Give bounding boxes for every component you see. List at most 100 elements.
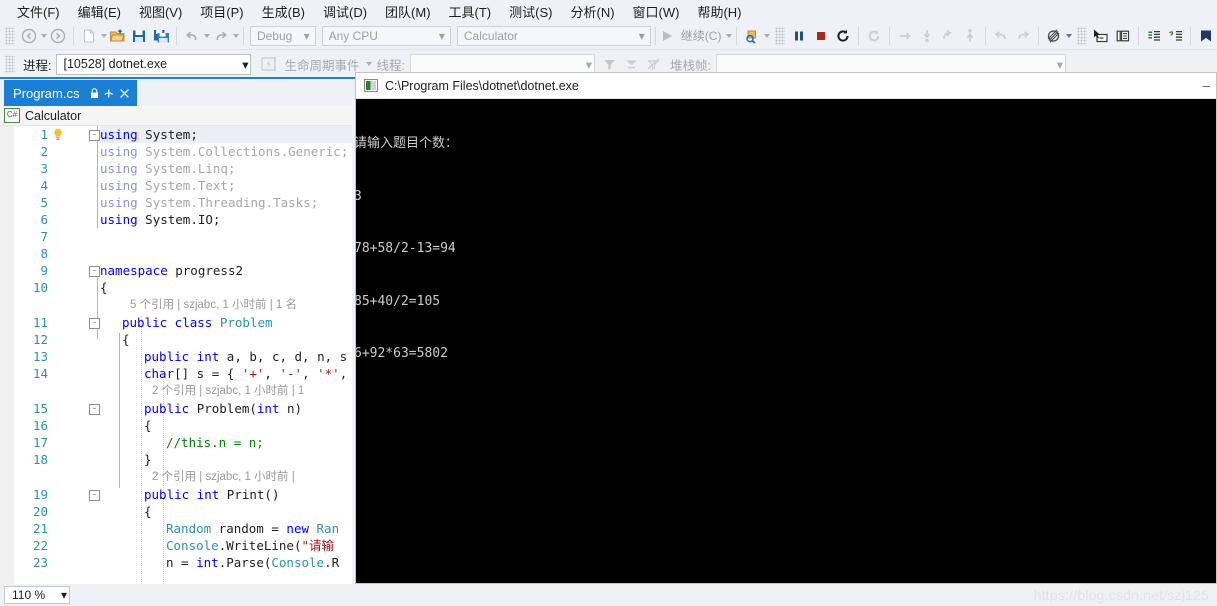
bookmark-icon[interactable]: [1195, 25, 1217, 47]
undo-icon[interactable]: [181, 25, 203, 47]
menu-item-analyze[interactable]: 分析(N): [561, 0, 623, 23]
menu-item-edit[interactable]: 编辑(E): [69, 0, 130, 23]
step-into-icon[interactable]: [916, 25, 938, 47]
code-line[interactable]: 6using System.IO;: [0, 211, 352, 228]
step-back-icon[interactable]: [990, 25, 1012, 47]
menu-item-build[interactable]: 生成(B): [253, 0, 314, 23]
lifecycle-events-icon[interactable]: [257, 53, 279, 75]
save-all-icon[interactable]: [150, 25, 172, 47]
code-line[interactable]: 19-public int Print(): [0, 486, 352, 503]
menu-item-test[interactable]: 测试(S): [500, 0, 561, 23]
chevron-down-icon[interactable]: ▾: [61, 588, 67, 602]
code-line[interactable]: 2using System.Collections.Generic;: [0, 143, 352, 160]
toolbar-grip[interactable]: [1077, 27, 1087, 45]
breakpoints-dropdown-icon[interactable]: [1066, 34, 1072, 38]
code-line[interactable]: 20{: [0, 503, 352, 520]
uncomment-selection-icon[interactable]: [1164, 25, 1186, 47]
continue-dropdown-icon[interactable]: [726, 34, 732, 38]
step-up-icon[interactable]: [959, 25, 981, 47]
step-forward-icon[interactable]: [1012, 25, 1034, 47]
code-line[interactable]: 5using System.Threading.Tasks;: [0, 194, 352, 211]
chevron-down-icon[interactable]: ▾: [1057, 57, 1063, 72]
code-line[interactable]: 21Random random = new Ran: [0, 520, 352, 537]
code-line[interactable]: 18}: [0, 451, 352, 468]
chevron-down-icon[interactable]: ▾: [301, 29, 313, 43]
toolbar-grip[interactable]: [775, 27, 785, 45]
code-line[interactable]: 3using System.Linq;: [0, 160, 352, 177]
step-over-icon[interactable]: [894, 25, 916, 47]
menu-item-window[interactable]: 窗口(W): [624, 0, 689, 23]
code-line[interactable]: 4using System.Text;: [0, 177, 352, 194]
close-icon[interactable]: [117, 86, 131, 100]
break-all-pause-icon[interactable]: [788, 25, 810, 47]
open-file-icon[interactable]: [107, 25, 129, 47]
menu-item-debug[interactable]: 调试(D): [314, 0, 376, 23]
code-line[interactable]: 14char[] s = { '+', '-', '*',: [0, 365, 352, 382]
chevron-down-icon[interactable]: ▾: [586, 57, 592, 72]
minimize-icon[interactable]: –: [1203, 78, 1210, 93]
code-line[interactable]: 17//this.n = n;: [0, 434, 352, 451]
code-line[interactable]: 8: [0, 245, 352, 262]
navigate-forward-icon[interactable]: [47, 25, 69, 47]
lifecycle-events-label[interactable]: 生命周期事件: [279, 55, 364, 74]
console-window[interactable]: C:\Program Files\dotnet\dotnet.exe – 请输入…: [355, 72, 1217, 584]
code-line[interactable]: 11-public class Problem: [0, 314, 352, 331]
fold-toggle-icon[interactable]: -: [89, 404, 100, 415]
chevron-down-icon[interactable]: ▾: [242, 57, 248, 72]
toolbar-grip[interactable]: [5, 55, 15, 73]
select-element-icon[interactable]: [1090, 25, 1112, 47]
attach-dropdown-icon[interactable]: [764, 34, 770, 38]
fold-toggle-icon[interactable]: -: [89, 490, 100, 501]
fold-toggle-icon[interactable]: -: [89, 130, 100, 141]
codelens-annotation[interactable]: 2 个引用 | szjabc, 1 小时前 |: [0, 468, 352, 486]
redo-icon[interactable]: [210, 25, 232, 47]
attach-to-process-icon[interactable]: [741, 25, 763, 47]
chevron-down-icon[interactable]: ▾: [636, 29, 648, 43]
menu-item-team[interactable]: 团队(M): [376, 0, 440, 23]
code-editor[interactable]: 1-using System;2using System.Collections…: [0, 126, 352, 584]
code-line[interactable]: 9-namespace progress2: [0, 262, 352, 279]
codelens-annotation[interactable]: 2 个引用 | szjabc, 1 小时前 | 1: [0, 382, 352, 400]
solution-platform-combo[interactable]: Any CPU ▾: [322, 26, 451, 46]
code-line[interactable]: 10{: [0, 279, 352, 296]
live-visual-tree-icon[interactable]: [1112, 25, 1134, 47]
continue-button-label[interactable]: 继续(C): [677, 27, 726, 44]
startup-project-combo[interactable]: Calculator ▾: [457, 26, 651, 46]
menu-item-view[interactable]: 视图(V): [130, 0, 191, 23]
code-line[interactable]: 23n = int.Parse(Console.R: [0, 554, 352, 571]
show-next-statement-icon[interactable]: [863, 25, 885, 47]
console-title-bar[interactable]: C:\Program Files\dotnet\dotnet.exe –: [356, 73, 1216, 99]
restart-debugging-icon[interactable]: [832, 25, 854, 47]
pin-icon[interactable]: [102, 86, 116, 100]
code-line[interactable]: 12{: [0, 331, 352, 348]
codelens-annotation[interactable]: 5 个引用 | szjabc, 1 小时前 | 1 名: [0, 296, 352, 314]
continue-play-icon[interactable]: [663, 31, 672, 41]
code-line[interactable]: 22Console.WriteLine("请输: [0, 537, 352, 554]
menu-item-project[interactable]: 项目(P): [191, 0, 252, 23]
menu-item-file[interactable]: 文件(F): [8, 0, 69, 23]
new-item-icon[interactable]: [78, 25, 100, 47]
code-line[interactable]: 16{: [0, 417, 352, 434]
toggle-breakpoints-icon[interactable]: [1043, 25, 1065, 47]
save-icon[interactable]: [128, 25, 150, 47]
redo-dropdown-icon[interactable]: [233, 34, 239, 38]
solution-configuration-combo[interactable]: Debug ▾: [250, 26, 316, 46]
code-line[interactable]: 7: [0, 228, 352, 245]
document-tab-program-cs[interactable]: Program.cs: [4, 80, 137, 106]
stop-debugging-icon[interactable]: [810, 25, 832, 47]
menu-item-tools[interactable]: 工具(T): [440, 0, 501, 23]
step-out-icon[interactable]: [938, 25, 960, 47]
navigate-back-icon[interactable]: [18, 25, 40, 47]
chevron-down-icon[interactable]: ▾: [436, 29, 448, 43]
code-line[interactable]: 15-public Problem(int n): [0, 400, 352, 417]
editor-zoom-combo[interactable]: 110 % ▾: [4, 586, 70, 604]
fold-toggle-icon[interactable]: -: [89, 266, 100, 277]
lock-icon[interactable]: [87, 86, 101, 100]
menu-item-help[interactable]: 帮助(H): [688, 0, 750, 23]
process-combo[interactable]: [10528] dotnet.exe ▾: [56, 54, 251, 75]
fold-toggle-icon[interactable]: -: [89, 318, 100, 329]
comment-selection-icon[interactable]: [1143, 25, 1165, 47]
toolbar-grip[interactable]: [5, 27, 15, 45]
code-line[interactable]: 13public int a, b, c, d, n, s: [0, 348, 352, 365]
code-line[interactable]: 1-using System;: [0, 126, 352, 143]
